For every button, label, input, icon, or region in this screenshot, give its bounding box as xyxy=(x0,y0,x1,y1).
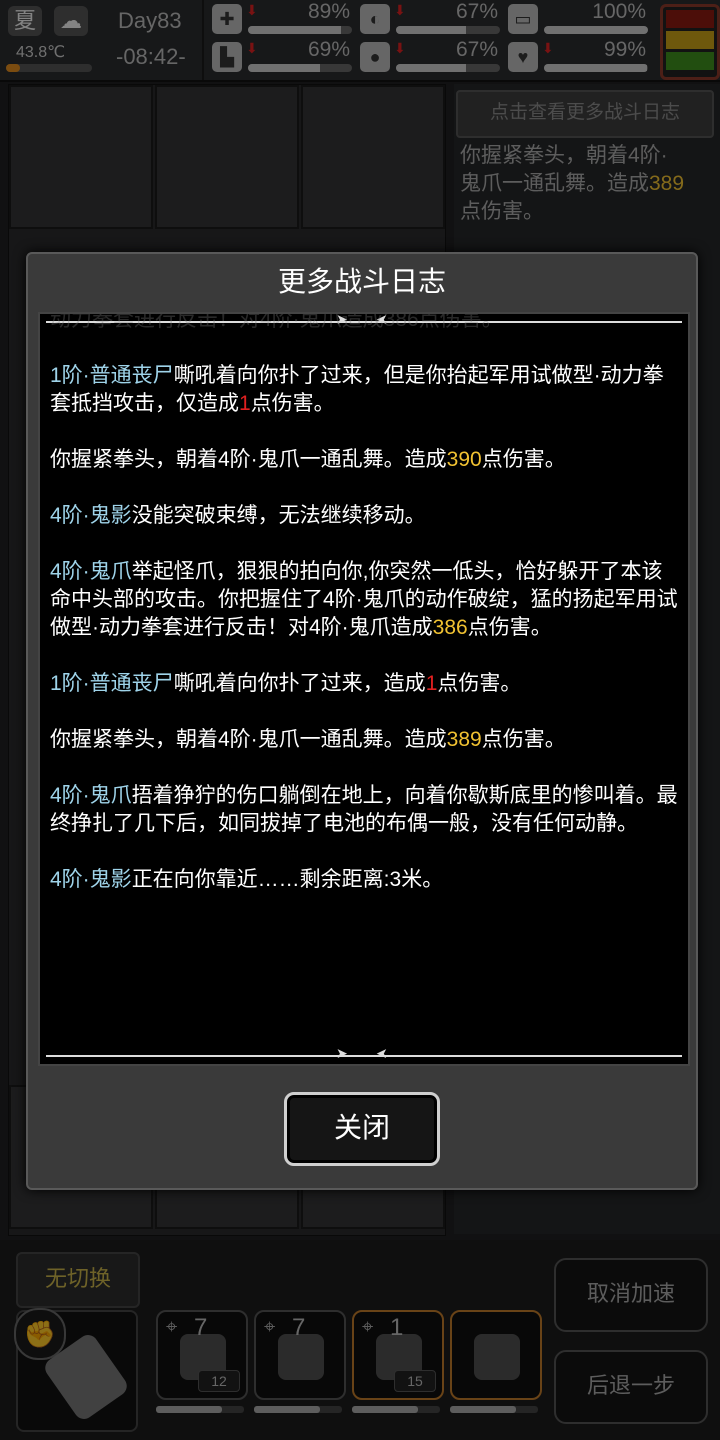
log-scroll-area[interactable]: ➤ ➤ 动力拳套进行反击！对4阶·鬼爪造成386点伤害。 1阶·普通丧尸嘶吼着向你… xyxy=(38,312,690,1066)
close-button[interactable]: 关闭 xyxy=(284,1092,440,1166)
log-entries: 1阶·普通丧尸嘶吼着向你扑了过来，但是你抬起军用试做型·动力拳套抵挡攻击，仅造成… xyxy=(50,362,680,894)
log-entry: 4阶·鬼影没能突破束缚，无法继续移动。 xyxy=(50,502,680,530)
log-entry: 你握紧拳头，朝着4阶·鬼爪一通乱舞。造成389点伤害。 xyxy=(50,726,680,754)
dialog-title: 更多战斗日志 xyxy=(277,266,446,297)
log-entry: 你握紧拳头，朝着4阶·鬼爪一通乱舞。造成390点伤害。 xyxy=(50,446,680,474)
log-segment: 点伤害。 xyxy=(481,728,566,751)
log-segment: 嘶吼着向你扑了过来，造成 xyxy=(173,672,426,695)
log-highlight: 1阶·普通丧尸 xyxy=(50,672,174,695)
log-segment: 捂着狰狞的伤口躺倒在地上，向着你歇斯底里的惨叫着。最终挣扎了几下后，如同拔掉了电… xyxy=(50,784,678,835)
log-highlight: 4阶·鬼影 xyxy=(50,868,132,891)
log-entry: 4阶·鬼爪捂着狰狞的伤口躺倒在地上，向着你歇斯底里的惨叫着。最终挣扎了几下后，如… xyxy=(50,782,680,838)
log-segment: 你握紧拳头，朝着4阶·鬼爪一通乱舞。造成 xyxy=(50,728,447,751)
log-segment: 举起怪爪，狠狠的拍向你,你突然一低头，恰好躲开了本该命中头部的攻击。你把握住了4… xyxy=(50,560,678,639)
log-highlight: 4阶·鬼爪 xyxy=(50,784,132,807)
log-segment: 点伤害。 xyxy=(467,616,552,639)
log-highlight: 1 xyxy=(425,672,438,695)
log-highlight: 389 xyxy=(446,728,482,751)
log-highlight: 4阶·鬼爪 xyxy=(50,560,132,583)
log-entry: 1阶·普通丧尸嘶吼着向你扑了过来，但是你抬起军用试做型·动力拳套抵挡攻击，仅造成… xyxy=(50,362,680,418)
log-highlight: 390 xyxy=(446,448,482,471)
log-segment: 点伤害。 xyxy=(437,672,522,695)
log-highlight: 386 xyxy=(432,616,468,639)
log-entry: 4阶·鬼爪举起怪爪，狠狠的拍向你,你突然一低头，恰好躲开了本该命中头部的攻击。你… xyxy=(50,558,680,642)
log-highlight: 4阶·鬼影 xyxy=(50,504,132,527)
log-text: 动力拳套进行反击！对4阶·鬼爪造成386点伤害。 1阶·普通丧尸嘶吼着向你扑了过… xyxy=(50,312,680,922)
log-segment: 点伤害。 xyxy=(481,448,566,471)
log-segment: 点伤害。 xyxy=(250,392,335,415)
log-segment: 没能突破束缚，无法继续移动。 xyxy=(131,504,426,527)
log-segment: 你握紧拳头，朝着4阶·鬼爪一通乱舞。造成 xyxy=(50,448,447,471)
ornament-divider-bottom: ➤ ➤ xyxy=(46,1045,682,1062)
battle-log-dialog: 更多战斗日志 ➤ ➤ 动力拳套进行反击！对4阶·鬼爪造成386点伤害。 1阶·普通… xyxy=(26,252,698,1190)
log-segment: 正在向你靠近……剩余距离:3米。 xyxy=(131,868,444,891)
log-entry: 1阶·普通丧尸嘶吼着向你扑了过来，造成1点伤害。 xyxy=(50,670,680,698)
log-highlight: 1 xyxy=(239,392,251,415)
log-highlight: 1阶·普通丧尸 xyxy=(50,364,174,387)
log-partial-line: 动力拳套进行反击！对4阶·鬼爪造成386点伤害。 xyxy=(50,312,503,331)
log-entry: 4阶·鬼影正在向你靠近……剩余距离:3米。 xyxy=(50,866,680,894)
